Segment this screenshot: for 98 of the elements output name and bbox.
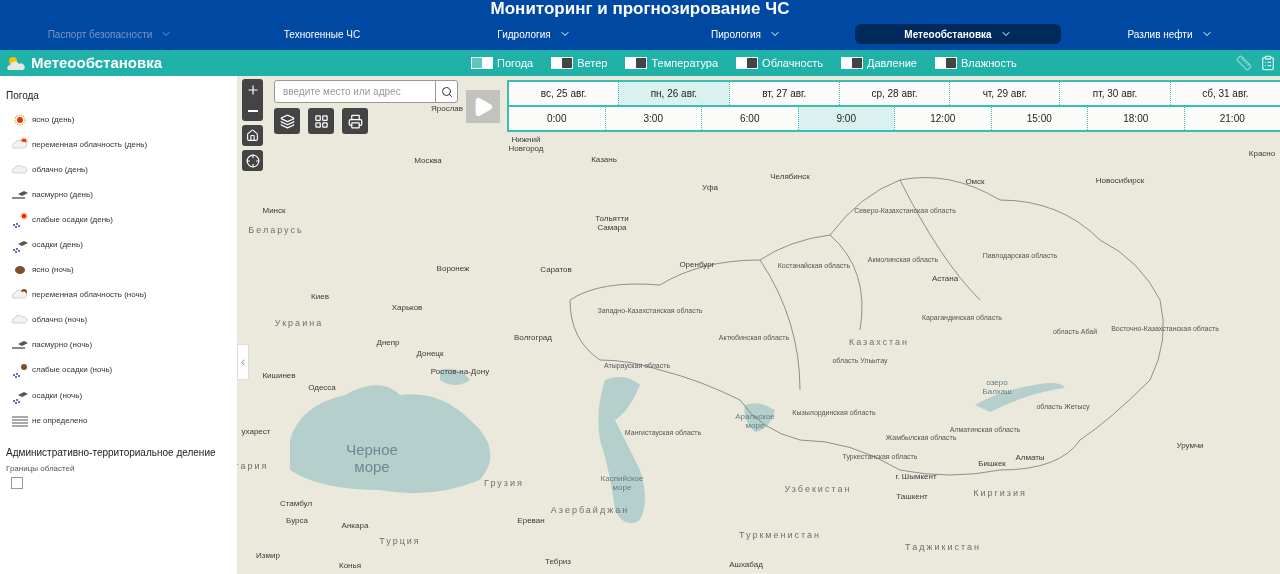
- legend-label: облачно (ночь): [32, 314, 88, 327]
- map-label: Челябинск: [770, 172, 810, 182]
- map-label: Каспийское море: [600, 475, 644, 493]
- map-label: Волгоград: [514, 333, 552, 343]
- map-label: Узбекистан: [784, 485, 852, 495]
- layer-label: Давление: [866, 55, 917, 71]
- day-tab[interactable]: пт, 30 авг.: [1059, 82, 1170, 105]
- nav-tab[interactable]: Гидрология: [431, 24, 637, 44]
- nav-tab[interactable]: Разлив нефти: [1067, 24, 1273, 44]
- legend-label: осадки (ночь): [32, 389, 83, 402]
- legend-label: осадки (день): [32, 239, 83, 251]
- day-tab[interactable]: ср, 28 авг.: [838, 82, 950, 105]
- map-label: Воронеж: [436, 264, 470, 274]
- legend-label: слабые осадки (день): [32, 213, 113, 226]
- map-label: Бишкек: [978, 459, 1006, 469]
- map-label: гария: [237, 462, 269, 472]
- map-label: Тебриз: [545, 557, 571, 567]
- map-label: Турция: [379, 537, 421, 547]
- legend-label: слабые осадки (ночь): [32, 364, 113, 377]
- map-label: Казань: [591, 155, 617, 165]
- map-label: Стамбул: [279, 499, 313, 509]
- day-tab[interactable]: сб, 31 авг.: [1169, 82, 1280, 105]
- time-tab[interactable]: 3:00: [604, 107, 701, 130]
- day-tab[interactable]: вт, 27 авг.: [728, 82, 839, 105]
- time-tab[interactable]: 0:00: [509, 107, 605, 130]
- map-label: Ашхабад: [729, 560, 763, 570]
- map-label: Новосибирск: [1095, 176, 1145, 186]
- map-label: Алматы: [1015, 453, 1045, 463]
- nav-tab[interactable]: Техногенные ЧС: [219, 24, 425, 44]
- legend-label: ясно (день): [32, 113, 75, 126]
- day-tab[interactable]: пн, 26 авг.: [618, 82, 729, 105]
- page-title: Мониторинг и прогнозирование ЧС: [490, 0, 790, 18]
- legend-title: Погода: [6, 89, 40, 103]
- map-label: г. Шымкент: [895, 472, 937, 482]
- search-input[interactable]: введите место или адрес: [275, 81, 435, 102]
- map-label: Оренбург: [679, 260, 715, 270]
- map-label: Красно: [1248, 149, 1276, 159]
- layer-label: Температура: [651, 55, 719, 71]
- map-label: Саратов: [540, 265, 572, 275]
- map-label: Москва: [414, 156, 442, 166]
- map-label: Уфа: [701, 183, 719, 193]
- map-label: Грузия: [484, 479, 524, 489]
- search-field[interactable]: введите место или адрес: [274, 80, 458, 103]
- map-label: ухарест: [241, 427, 271, 437]
- time-tab[interactable]: 15:00: [990, 107, 1087, 130]
- day-tab[interactable]: вс, 25 авг.: [509, 82, 619, 105]
- map-label: Днепр: [376, 338, 400, 348]
- map-label: Ярослав: [431, 104, 463, 114]
- map-label: Тольятти Самара: [595, 215, 629, 233]
- map-label: Минск: [262, 206, 286, 216]
- time-tab[interactable]: 6:00: [701, 107, 798, 130]
- map-label: Казахстан: [848, 338, 910, 348]
- map-label: Ташкент: [896, 492, 928, 502]
- map-label: Азербайджан: [550, 506, 630, 516]
- map-label: Нижний Новгород: [508, 136, 544, 154]
- map-label: Анкара: [341, 521, 369, 531]
- map-label: Конья: [339, 561, 361, 571]
- map-label: Киев: [311, 292, 329, 302]
- map-label: Киргизия: [973, 489, 1027, 499]
- map-label: Кишинев: [262, 371, 296, 381]
- map-label: Астана: [931, 274, 959, 284]
- map-label: Донецк: [416, 349, 444, 359]
- layer-label: Границы областей: [6, 463, 76, 476]
- map-label: Харьков: [391, 303, 423, 313]
- map-label: Одесса: [308, 383, 336, 393]
- day-tab[interactable]: чт, 29 авг.: [949, 82, 1060, 105]
- legend-label: не определено: [32, 414, 88, 427]
- legend-label: облачно (день): [32, 163, 88, 176]
- map-label: озеро Балхаш: [982, 379, 1012, 397]
- legend-label: переменная облачность (ночь): [32, 289, 147, 302]
- map-label: Ереван: [517, 516, 545, 526]
- map-label: Аральское море: [735, 413, 775, 431]
- time-tab[interactable]: 21:00: [1183, 107, 1280, 130]
- legend-label: пасмурно (день): [32, 188, 93, 201]
- map-label: Туркменистан: [739, 531, 821, 541]
- layer-label: Влажность: [961, 55, 1017, 71]
- section-title: Административно-территориальное деление: [6, 446, 217, 461]
- legend-label: ясно (ночь): [32, 264, 74, 277]
- time-tab[interactable]: 12:00: [894, 107, 991, 130]
- map-label: Черное море: [346, 441, 398, 475]
- layer-label: Погода: [497, 55, 534, 71]
- map-label: Измир: [256, 551, 280, 561]
- layer-label: Облачность: [762, 55, 823, 71]
- time-tab[interactable]: 9:00: [797, 107, 894, 130]
- layer-label: Ветер: [577, 55, 608, 71]
- map-label: Таджикистан: [905, 543, 981, 553]
- legend-label: переменная облачность (день): [32, 138, 148, 151]
- nav-tab[interactable]: Пирология: [643, 24, 849, 44]
- map-label: Урумчи: [1176, 441, 1204, 451]
- map-label: Украина: [274, 319, 324, 329]
- nav-tab[interactable]: Метеообстановка: [855, 24, 1061, 44]
- map-label: Беларусь: [248, 226, 304, 236]
- map-label: Бурса: [286, 516, 308, 526]
- time-tab[interactable]: 18:00: [1087, 107, 1184, 130]
- toolbar-title: Метеообстановка: [31, 52, 164, 73]
- legend-label: пасмурно (ночь): [32, 339, 93, 352]
- map-label: Омск: [965, 177, 985, 187]
- map-label: Ростов-на-Дону: [430, 367, 490, 377]
